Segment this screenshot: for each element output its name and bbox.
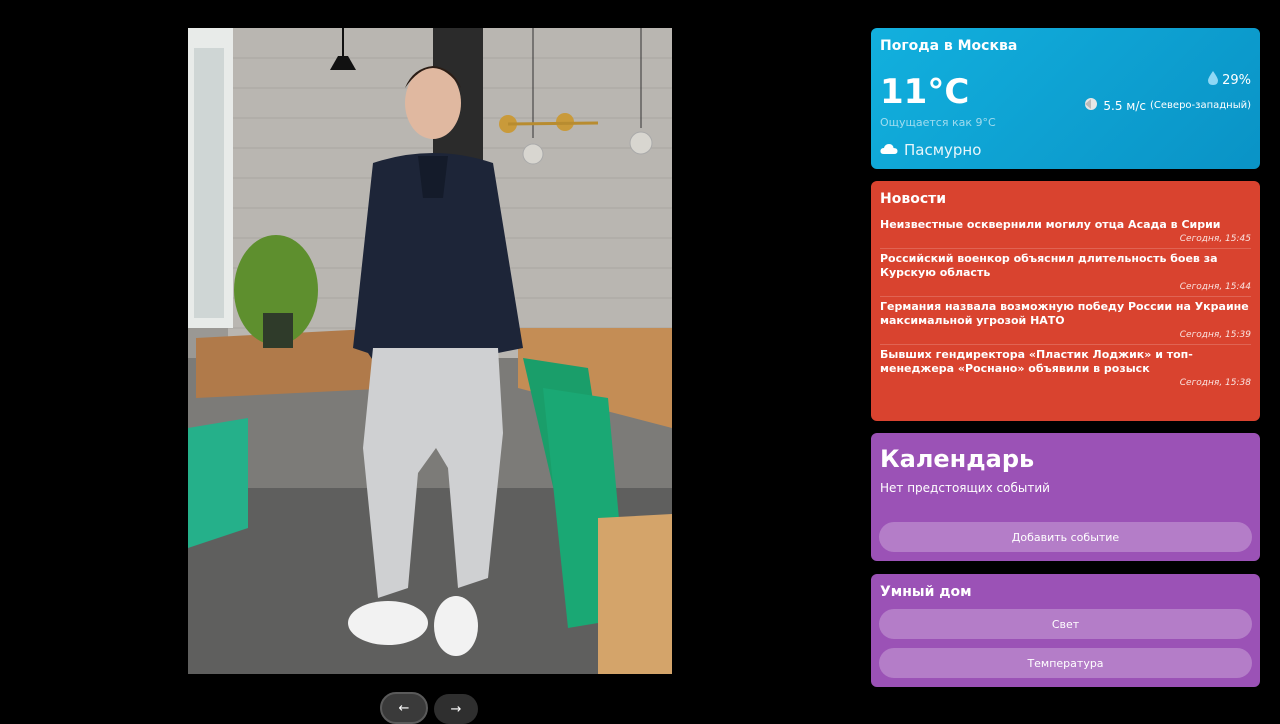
- add-event-button[interactable]: Добавить событие: [879, 522, 1252, 552]
- wind-direction: (Северо-западный): [1149, 100, 1251, 111]
- news-item[interactable]: Бывших гендиректора «Пластик Лоджик» и т…: [880, 345, 1251, 392]
- weather-temperature: 11°C: [880, 72, 970, 112]
- news-headline: Российский военкор объяснил длительность…: [880, 252, 1218, 279]
- news-item[interactable]: Неизвестные осквернили могилу отца Асада…: [880, 215, 1251, 249]
- news-title: Новости: [880, 191, 947, 207]
- weather-wind: 5.5 м/с (Северо-западный): [1083, 97, 1251, 114]
- previous-photo-button[interactable]: ←: [380, 692, 428, 724]
- calendar-empty-text: Нет предстоящих событий: [880, 481, 1050, 495]
- weather-condition: Пасмурно: [880, 141, 981, 159]
- wind-speed: 5.5 м/с: [1103, 98, 1146, 113]
- calendar-title: Календарь: [880, 445, 1035, 473]
- news-headline: Неизвестные осквернили могилу отца Асада…: [880, 218, 1221, 231]
- next-photo-button[interactable]: →: [434, 694, 478, 724]
- light-button[interactable]: Свет: [879, 609, 1252, 639]
- news-time: Сегодня, 15:44: [1179, 282, 1251, 292]
- news-time: Сегодня, 15:38: [1179, 378, 1251, 388]
- cloud-icon: [880, 141, 898, 159]
- news-item[interactable]: Российский военкор объяснил длительность…: [880, 249, 1251, 297]
- calendar-card: Календарь Нет предстоящих событий Добави…: [871, 433, 1260, 561]
- humidity-value: 29%: [1222, 72, 1251, 88]
- temperature-button[interactable]: Температура: [879, 648, 1252, 678]
- droplet-icon: [1208, 71, 1219, 89]
- wind-icon: [1083, 97, 1099, 114]
- news-time: Сегодня, 15:45: [1179, 234, 1251, 244]
- news-headline: Германия назвала возможную победу России…: [880, 300, 1249, 327]
- weather-humidity: 29%: [1208, 71, 1251, 89]
- news-headline: Бывших гендиректора «Пластик Лоджик» и т…: [880, 348, 1193, 375]
- smart-home-card: Умный дом Свет Температура: [871, 574, 1260, 687]
- news-card: Новости Неизвестные осквернили могилу от…: [871, 181, 1260, 421]
- smart-home-title: Умный дом: [880, 584, 972, 600]
- weather-title: Погода в Москва: [880, 38, 1018, 54]
- news-item[interactable]: Германия назвала возможную победу России…: [880, 297, 1251, 345]
- weather-feels-like: Ощущается как 9°C: [880, 116, 996, 129]
- smart-mirror-screen: ← → Погода в Москва 11°C Ощущается как 9…: [0, 0, 1280, 724]
- weather-card: Погода в Москва 11°C Ощущается как 9°C П…: [871, 28, 1260, 169]
- weather-condition-label: Пасмурно: [904, 141, 982, 159]
- news-time: Сегодня, 15:39: [1179, 330, 1251, 340]
- gallery-photo: [188, 28, 672, 674]
